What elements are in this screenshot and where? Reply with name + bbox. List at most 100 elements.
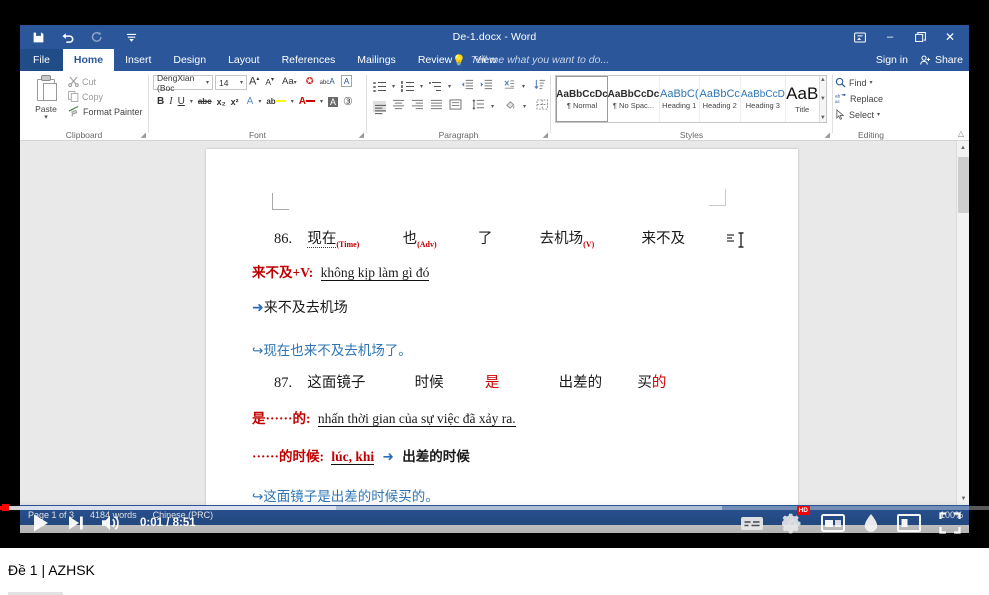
highlight-dropdown-icon[interactable]: ▾ [291, 98, 294, 105]
font-color-dropdown-icon[interactable]: ▾ [320, 98, 323, 105]
video-title[interactable]: Đề 1 | AZHSK [8, 562, 95, 578]
ribbon-tab-row[interactable]: File Home Insert Design Layout Reference… [20, 49, 969, 71]
scrollbar-thumb[interactable] [958, 157, 969, 213]
tab-mailings[interactable]: Mailings [346, 49, 407, 71]
tab-home[interactable]: Home [62, 49, 115, 71]
clear-formatting-icon[interactable]: ✪ [306, 76, 314, 87]
replace-button[interactable]: ab ac Replace [835, 93, 883, 105]
highlight-icon[interactable]: ab [266, 96, 286, 107]
styles-more-icon[interactable]: ▼ [820, 115, 826, 121]
distribute-icon[interactable] [449, 97, 462, 115]
line-spacing-dropdown-icon[interactable]: ▾ [491, 103, 494, 110]
italic-button[interactable]: I [169, 96, 172, 107]
shading-icon[interactable] [504, 97, 517, 115]
water-drop-icon[interactable] [863, 513, 879, 534]
shading-dropdown-icon[interactable]: ▾ [523, 103, 526, 110]
document-page[interactable]: 86. 现在(Time) 也(Adv) 了 去机场(V) 来不及 来不及+V: … [206, 149, 798, 505]
phonetic-guide-icon[interactable]: abcA [320, 77, 335, 86]
character-shading-icon[interactable]: A [327, 96, 338, 107]
ribbon[interactable]: Paste ▾ Cut Copy Format Painter Clipboar… [20, 71, 969, 141]
clipboard-commands[interactable]: Cut Copy Format Painter [68, 76, 143, 117]
collapse-ribbon-icon[interactable]: △ [958, 129, 964, 138]
window-controls[interactable]: – ✕ [845, 25, 965, 49]
select-dropdown-icon[interactable]: ▾ [877, 111, 880, 118]
video-controls-left[interactable]: 0:01 / 8:51 [30, 512, 196, 534]
font-controls-row2[interactable]: B I U ▾ abc x₂ x² A ▾ ab ▾ A ▾ A ③ [157, 95, 353, 108]
paragraph-row1[interactable]: ▾ ▾ ▾ ▾ [373, 77, 561, 95]
change-case-button[interactable]: Aa▾ [282, 76, 297, 87]
align-center-icon[interactable] [392, 97, 405, 115]
font-controls-row1b[interactable]: A▴ A▾ Aa▾ ✪ abcA A [249, 75, 353, 88]
find-button[interactable]: Find ▾ [835, 77, 883, 88]
copy-button[interactable]: Copy [68, 91, 143, 102]
video-player[interactable]: De-1.docx - Word – ✕ File Home Insert De… [0, 0, 989, 548]
bullets-icon[interactable] [373, 81, 386, 92]
clipboard-dialog-launcher[interactable]: ◢ [141, 131, 146, 139]
document-canvas[interactable]: 86. 现在(Time) 也(Adv) 了 去机场(V) 来不及 来不及+V: … [20, 141, 969, 505]
select-button[interactable]: Select ▾ [835, 109, 883, 120]
find-dropdown-icon[interactable]: ▾ [870, 79, 873, 86]
account-area[interactable]: Sign in Share [876, 49, 963, 71]
document-vertical-scrollbar[interactable]: ▲ ▼ [956, 141, 969, 505]
tab-references[interactable]: References [271, 49, 347, 71]
close-button[interactable]: ✕ [935, 25, 965, 49]
bold-button[interactable]: B [157, 96, 164, 107]
style-heading-3[interactable]: AaBbCcD Heading 3 [741, 76, 786, 122]
font-controls-row1[interactable]: DengXian (Boc ▾ 14 ▾ [153, 73, 247, 93]
play-icon[interactable] [30, 512, 52, 534]
ribbon-tabs[interactable]: File Home Insert Design Layout Reference… [20, 49, 508, 71]
subscript-button[interactable]: x₂ [217, 97, 226, 107]
font-dialog-launcher[interactable]: ◢ [359, 131, 364, 139]
minimize-button[interactable]: – [875, 25, 905, 49]
scroll-up-button[interactable]: ▲ [957, 141, 969, 154]
align-right-icon[interactable] [411, 97, 424, 115]
theater-mode-icon[interactable] [821, 514, 845, 532]
style-normal[interactable]: AaBbCcDc ¶ Normal [556, 76, 608, 122]
style-title[interactable]: AaB Title [786, 76, 819, 122]
align-left-icon[interactable] [373, 100, 386, 114]
cut-button[interactable]: Cut [68, 76, 143, 87]
sort-icon[interactable] [534, 77, 546, 95]
line-spacing-icon[interactable] [472, 97, 485, 115]
video-controls-bar[interactable]: 0:01 / 8:51 HD [0, 500, 989, 548]
tab-design[interactable]: Design [162, 49, 217, 71]
paste-dropdown-icon[interactable]: ▾ [26, 114, 66, 121]
volume-icon[interactable] [100, 513, 122, 533]
superscript-button[interactable]: x² [231, 97, 239, 107]
font-name-select[interactable]: DengXian (Boc ▾ [153, 73, 213, 93]
underline-button[interactable]: U [178, 96, 185, 107]
text-effects-icon[interactable]: A [247, 96, 254, 107]
miniplayer-icon[interactable] [897, 514, 921, 532]
ribbon-display-options-icon[interactable] [845, 25, 875, 49]
fullscreen-icon[interactable] [939, 512, 961, 534]
shrink-font-button[interactable]: A▾ [265, 76, 274, 87]
paste-button[interactable]: Paste ▾ [26, 75, 66, 121]
style-no-spacing[interactable]: AaBbCcDc ¶ No Spac... [608, 76, 660, 122]
increase-indent-icon[interactable] [480, 77, 493, 95]
sign-in-link[interactable]: Sign in [876, 54, 908, 66]
paragraph-dialog-launcher[interactable]: ◢ [543, 131, 548, 139]
asian-layout-dropdown-icon[interactable]: ▾ [522, 83, 525, 90]
bullets-dropdown-icon[interactable]: ▾ [392, 83, 395, 90]
styles-gallery[interactable]: AaBbCcDc ¶ Normal AaBbCcDc ¶ No Spac... … [555, 75, 827, 123]
strikethrough-button[interactable]: abc [198, 97, 212, 106]
video-progress-bar[interactable] [0, 504, 989, 511]
format-painter-button[interactable]: Format Painter [68, 106, 143, 117]
numbering-icon[interactable] [401, 80, 415, 92]
font-color-icon[interactable]: A [299, 96, 315, 107]
restore-button[interactable] [905, 25, 935, 49]
scroll-down-icon[interactable]: ▼ [820, 96, 826, 102]
enclose-characters-icon[interactable]: ③ [343, 95, 353, 108]
style-heading-1[interactable]: AaBbC( Heading 1 [660, 76, 700, 122]
grow-font-button[interactable]: A▴ [249, 75, 259, 88]
asian-layout-icon[interactable] [503, 77, 516, 95]
font-size-select[interactable]: 14 ▾ [215, 75, 247, 90]
scroll-up-icon[interactable]: ▲ [820, 77, 826, 83]
numbering-dropdown-icon[interactable]: ▾ [420, 83, 423, 90]
tab-layout[interactable]: Layout [217, 49, 271, 71]
settings-gear-icon[interactable]: HD [782, 505, 810, 534]
styles-gallery-scroll[interactable]: ▲ ▼ ▼ [818, 76, 826, 122]
tab-file[interactable]: File [20, 49, 63, 71]
style-heading-2[interactable]: AaBbCc Heading 2 [700, 76, 741, 122]
justify-icon[interactable] [430, 97, 443, 115]
